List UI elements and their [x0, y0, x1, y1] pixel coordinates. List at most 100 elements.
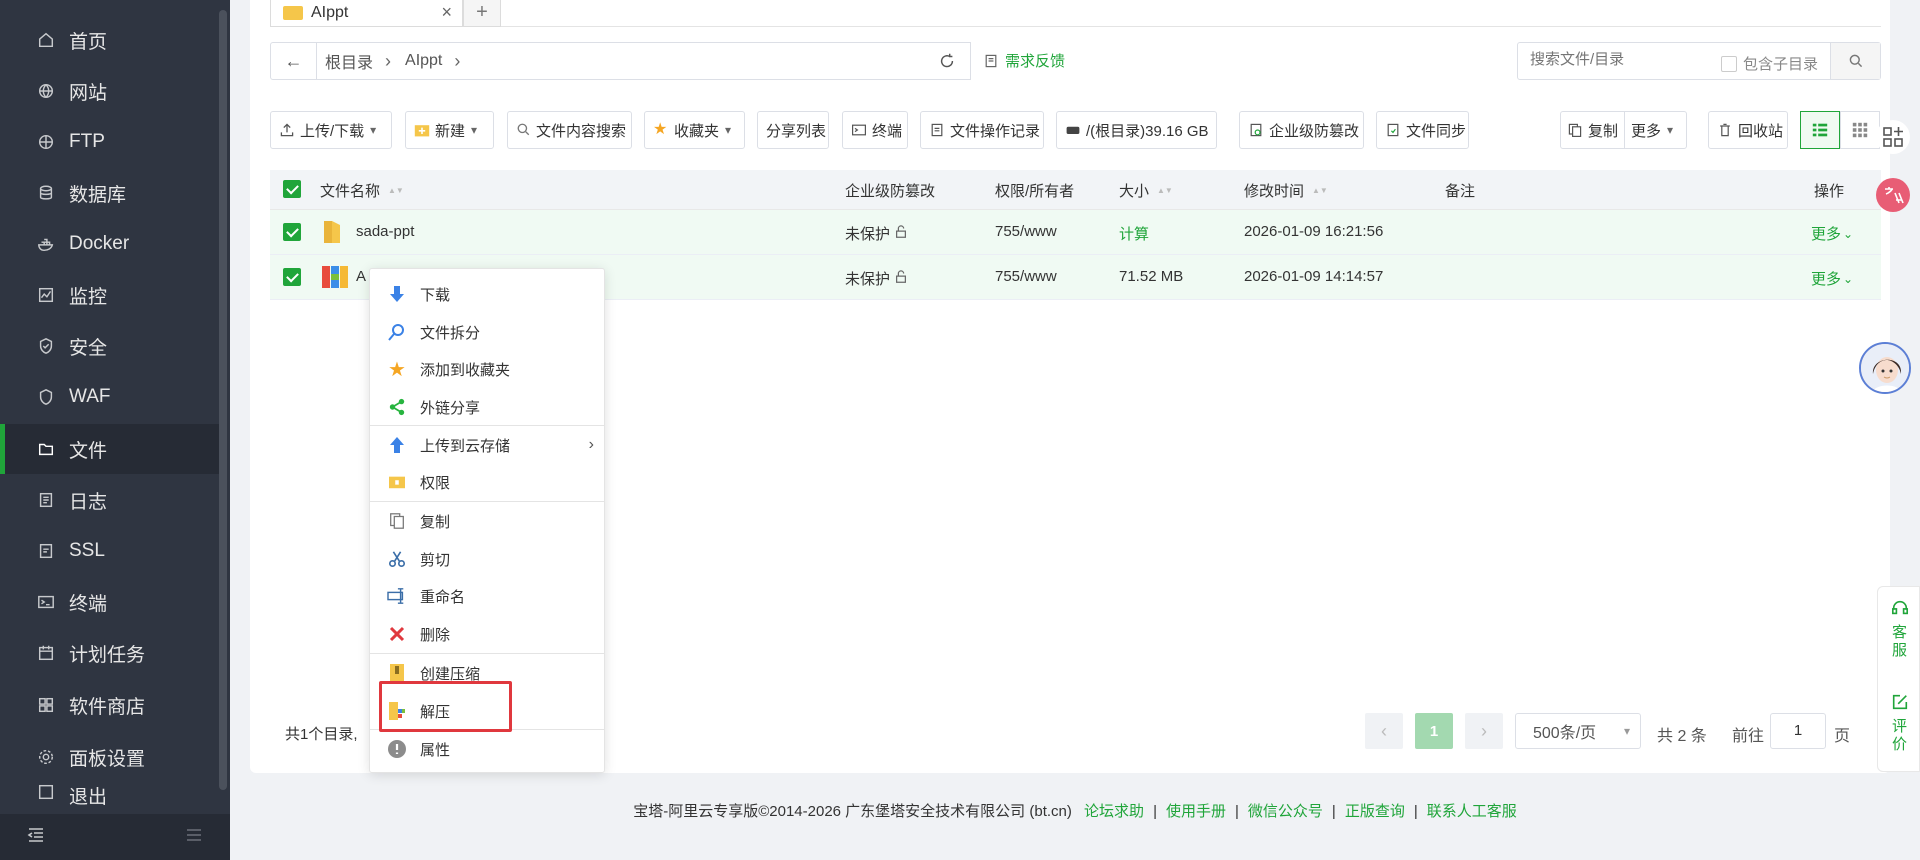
select-all-checkbox[interactable] [283, 180, 301, 198]
collapse-menu-icon[interactable] [26, 825, 46, 850]
menu-item-download[interactable]: 下载 [370, 277, 604, 311]
menu-item-add-favorite[interactable]: ★ 添加到收藏夹 [370, 352, 604, 386]
feedback-link[interactable]: 需求反馈 [983, 50, 1065, 71]
next-page-button[interactable]: › [1465, 713, 1503, 749]
close-icon[interactable]: × [441, 2, 452, 23]
tamper-status[interactable]: 未保护 [845, 223, 908, 244]
tamper-proof-button[interactable]: 企业级防篡改 [1239, 111, 1364, 149]
translate-float-button[interactable] [1876, 178, 1910, 212]
sidebar-item-database[interactable]: 数据库 [0, 168, 219, 218]
size-calc-link[interactable]: 计算 [1119, 223, 1149, 244]
permission[interactable]: 755/www [995, 223, 1057, 240]
menu-item-properties[interactable]: 属性 [370, 732, 604, 766]
menu-item-permission[interactable]: 权限 [370, 465, 604, 499]
include-subdir-checkbox[interactable]: 包含子目录 [1721, 53, 1818, 74]
sidebar-item-label: 首页 [69, 31, 108, 53]
breadcrumb-aippt[interactable]: AIppt › [405, 51, 460, 72]
copy-icon [387, 511, 407, 531]
prev-page-button[interactable]: ‹ [1365, 713, 1403, 749]
add-tab-button[interactable]: + [463, 0, 501, 27]
breadcrumb-root[interactable]: 根目录 › [325, 49, 391, 73]
file-name[interactable]: A [356, 268, 366, 285]
wechat-link[interactable]: 微信公众号 [1248, 803, 1323, 820]
list-menu-icon[interactable] [184, 825, 204, 850]
sidebar-item-monitor[interactable]: 监控 [0, 270, 219, 320]
star-icon: ★ [388, 358, 406, 381]
file-sync-button[interactable]: 文件同步 [1376, 111, 1469, 149]
upload-download-button[interactable]: 上传/下载 ▾ [270, 111, 392, 149]
waf-icon [36, 387, 56, 407]
tab-aippt[interactable]: AIppt × [270, 0, 463, 27]
col-header-name[interactable]: 文件名称 ▲▼ [320, 180, 404, 201]
star-icon: ★ [653, 121, 668, 138]
sidebar-item-cron[interactable]: 计划任务 [0, 628, 219, 678]
favorites-button[interactable]: ★ 收藏夹 ▾ [644, 111, 745, 149]
human-support-link[interactable]: 联系人工客服 [1427, 803, 1517, 820]
manual-link[interactable]: 使用手册 [1166, 803, 1226, 820]
apps-float-button[interactable] [1876, 120, 1910, 154]
row-checkbox[interactable] [283, 268, 301, 286]
sidebar-item-terminal[interactable]: 终端 [0, 577, 219, 627]
checkbox-square [1721, 55, 1737, 72]
row-more-button[interactable]: 更多 ⌄ [1811, 223, 1853, 244]
sidebar-item-home[interactable]: 首页 [0, 15, 219, 65]
menu-item-cut[interactable]: 剪切 [370, 542, 604, 576]
sidebar-scrollbar[interactable] [219, 10, 227, 790]
menu-item-copy[interactable]: 复制 [370, 504, 604, 538]
row-checkbox[interactable] [283, 223, 301, 241]
tamper-status[interactable]: 未保护 [845, 268, 908, 289]
edit-note-icon [985, 54, 997, 67]
list-view-button[interactable] [1800, 111, 1840, 149]
sidebar-item-files[interactable]: 文件 [0, 424, 219, 474]
forum-link[interactable]: 论坛求助 [1084, 803, 1144, 820]
assistant-avatar[interactable] [1859, 342, 1911, 394]
grid-view-button[interactable] [1840, 111, 1880, 149]
sort-icon: ▲▼ [388, 185, 404, 195]
menu-item-rename[interactable]: 重命名 [370, 579, 604, 613]
sidebar-item-settings[interactable]: 面板设置 [0, 732, 219, 782]
content-search-button[interactable]: 文件内容搜索 [507, 111, 632, 149]
customer-service-button[interactable]: 客服 [1878, 599, 1920, 660]
new-button[interactable]: 新建 ▾ [405, 111, 494, 149]
sidebar-item-logs[interactable]: 日志 [0, 475, 219, 525]
sidebar-item-store[interactable]: 软件商店 [0, 680, 219, 730]
ssl-icon [36, 541, 56, 561]
sidebar-item-logout[interactable]: 退出 [0, 782, 219, 814]
menu-divider [370, 501, 604, 502]
goto-page-input[interactable]: 1 [1770, 713, 1826, 749]
rate-button[interactable]: 评价 [1878, 693, 1920, 754]
sidebar-item-docker[interactable]: Docker [0, 219, 219, 269]
col-header-mtime[interactable]: 修改时间 ▲▼ [1244, 180, 1328, 201]
current-page-button[interactable]: 1 [1415, 713, 1453, 749]
sidebar-item-ftp[interactable]: FTP [0, 117, 219, 167]
menu-item-delete[interactable]: 删除 [370, 617, 604, 651]
sidebar-item-security[interactable]: 安全 [0, 321, 219, 371]
menu-item-share-link[interactable]: 外链分享 [370, 390, 604, 424]
scissors-icon [387, 549, 407, 569]
disk-button[interactable]: /(根目录)39.16 GB [1056, 111, 1217, 149]
file-name[interactable]: sada-ppt [356, 223, 414, 240]
sidebar-item-ssl[interactable]: SSL [0, 526, 219, 576]
license-check-link[interactable]: 正版查询 [1345, 803, 1405, 820]
sidebar-item-website[interactable]: 网站 [0, 66, 219, 116]
per-page-select[interactable]: 500条/页 ▾ [1515, 713, 1641, 749]
menu-item-split[interactable]: 文件拆分 [370, 315, 604, 349]
terminal-button[interactable]: 终端 [842, 111, 908, 149]
refresh-button[interactable] [924, 42, 971, 80]
col-header-size[interactable]: 大小 ▲▼ [1119, 180, 1173, 201]
search-input[interactable] [1530, 51, 1710, 68]
table-row[interactable]: sada-ppt 未保护 755/www 计算 2026-01-09 16:21… [270, 210, 1881, 255]
permission[interactable]: 755/www [995, 268, 1057, 285]
back-button[interactable]: ← [271, 43, 317, 79]
copy-button[interactable]: 复制 [1561, 112, 1626, 148]
row-more-button[interactable]: 更多 ⌄ [1811, 268, 1853, 289]
sidebar-item-label: 网站 [69, 82, 108, 104]
sidebar-item-waf[interactable]: WAF [0, 372, 219, 422]
more-button[interactable]: 更多 ▾ [1625, 120, 1679, 141]
search-button[interactable] [1830, 43, 1880, 79]
recycle-bin-button[interactable]: 回收站 [1708, 111, 1788, 149]
goto-label: 前往 [1732, 728, 1765, 745]
menu-item-upload-cloud[interactable]: 上传到云存储 › [370, 428, 604, 462]
operation-log-button[interactable]: 文件操作记录 [920, 111, 1044, 149]
share-list-button[interactable]: 分享列表 [757, 111, 829, 149]
